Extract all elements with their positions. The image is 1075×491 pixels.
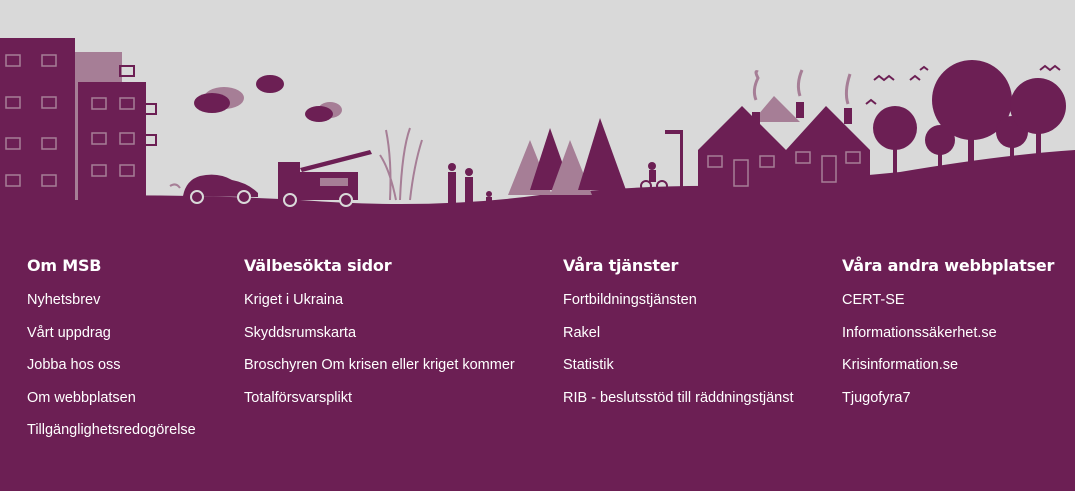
footer-link-columns: Om MSB Nyhetsbrev Vårt uppdrag Jobba hos…: [0, 0, 1075, 491]
footer-column-services: Våra tjänster Fortbildningstjänsten Rake…: [563, 256, 794, 421]
column-heading: Våra andra webbplatser: [842, 256, 1055, 275]
footer-link[interactable]: Fortbildningstjänsten: [563, 292, 697, 308]
column-heading: Våra tjänster: [563, 256, 679, 275]
column-heading: Om MSB: [27, 256, 102, 275]
footer-link[interactable]: Tjugofyra7: [842, 390, 911, 406]
footer-link[interactable]: Krisinformation.se: [842, 357, 958, 373]
footer-link[interactable]: Rakel: [563, 325, 600, 341]
footer-column-other-websites: Våra andra webbplatser CERT-SE Informati…: [842, 256, 1054, 421]
footer-link[interactable]: Totalförsvarsplikt: [244, 390, 352, 406]
footer-link[interactable]: Kriget i Ukraina: [244, 292, 343, 308]
footer-column-om-msb: Om MSB Nyhetsbrev Vårt uppdrag Jobba hos…: [27, 256, 196, 454]
footer-link[interactable]: Informationssäkerhet.se: [842, 325, 997, 341]
footer-link[interactable]: Tillgänglighetsredogörelse: [27, 422, 196, 438]
footer-link[interactable]: Skyddsrumskarta: [244, 325, 356, 341]
footer-link[interactable]: Broschyren Om krisen eller kriget kommer: [244, 357, 515, 373]
column-heading: Välbesökta sidor: [244, 256, 392, 275]
site-footer: Om MSB Nyhetsbrev Vårt uppdrag Jobba hos…: [0, 0, 1075, 491]
footer-link[interactable]: Vårt uppdrag: [27, 325, 111, 341]
footer-column-popular-pages: Välbesökta sidor Kriget i Ukraina Skydds…: [244, 256, 515, 421]
footer-link[interactable]: Nyhetsbrev: [27, 292, 100, 308]
footer-link[interactable]: Jobba hos oss: [27, 357, 121, 373]
footer-link[interactable]: Om webbplatsen: [27, 390, 136, 406]
footer-link[interactable]: RIB - beslutsstöd till räddningstjänst: [563, 390, 794, 406]
footer-link[interactable]: CERT-SE: [842, 292, 905, 308]
footer-link[interactable]: Statistik: [563, 357, 614, 373]
